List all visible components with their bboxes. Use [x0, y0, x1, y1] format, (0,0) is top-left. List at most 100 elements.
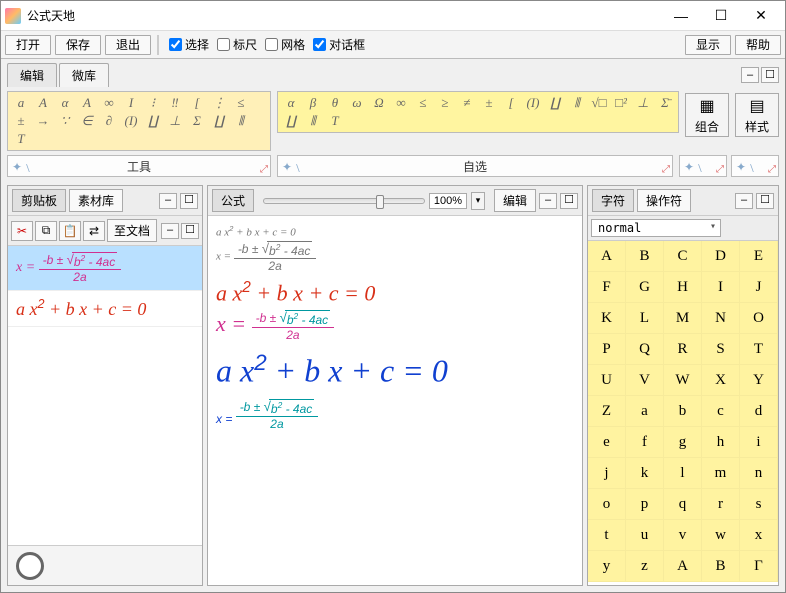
toolbar-minimize[interactable]: –	[161, 223, 179, 239]
tab-chars[interactable]: 字符	[592, 189, 634, 212]
zoom-slider[interactable]	[263, 198, 425, 204]
symbol-cell[interactable]: α	[54, 94, 76, 112]
symbol-cell[interactable]: ⊥	[632, 94, 654, 112]
grid-checkbox[interactable]: 网格	[265, 36, 305, 53]
char-cell[interactable]: P	[588, 334, 626, 365]
char-cell[interactable]: F	[588, 272, 626, 303]
char-cell[interactable]: y	[588, 551, 626, 582]
symbol-cell[interactable]: (I)	[522, 94, 544, 112]
char-cell[interactable]: t	[588, 520, 626, 551]
char-cell[interactable]: l	[664, 458, 702, 489]
char-cell[interactable]: Β	[702, 551, 740, 582]
char-cell[interactable]: X	[702, 365, 740, 396]
copy-button[interactable]: ⧉	[35, 221, 57, 241]
symbol-cell[interactable]: ∐	[544, 94, 566, 112]
symbol-cell[interactable]: ∞	[390, 94, 412, 112]
char-cell[interactable]: L	[626, 303, 664, 334]
char-cell[interactable]: e	[588, 427, 626, 458]
tab-ops[interactable]: 操作符	[637, 189, 691, 212]
symbol-cell[interactable]: ≤	[230, 94, 252, 112]
char-cell[interactable]: x	[740, 520, 778, 551]
symbol-cell[interactable]: →	[32, 112, 54, 130]
symbol-cell[interactable]: α	[280, 94, 302, 112]
symbol-cell[interactable]: ±	[478, 94, 500, 112]
char-cell[interactable]: Γ	[740, 551, 778, 582]
symbol-cell[interactable]: ∐	[142, 112, 164, 130]
symbol-cell[interactable]: √□	[588, 94, 610, 112]
char-cell[interactable]: u	[626, 520, 664, 551]
char-cell[interactable]: b	[664, 396, 702, 427]
help-button[interactable]: 帮助	[735, 35, 781, 55]
symbol-cell[interactable]: ⦀	[566, 94, 588, 112]
char-cell[interactable]: S	[702, 334, 740, 365]
symbol-cell[interactable]: ∐	[280, 112, 302, 130]
symbol-cell[interactable]: [	[186, 94, 208, 112]
char-cell[interactable]: p	[626, 489, 664, 520]
symbol-cell[interactable]: ∂	[98, 112, 120, 130]
symbol-cell[interactable]: ‼	[164, 94, 186, 112]
char-cell[interactable]: o	[588, 489, 626, 520]
tab-assets[interactable]: 素材库	[69, 189, 123, 212]
symbol-cell[interactable]: ∵	[54, 112, 76, 130]
char-cell[interactable]: O	[740, 303, 778, 334]
char-cell[interactable]: i	[740, 427, 778, 458]
tab-formula[interactable]: 公式	[212, 189, 254, 212]
symbol-cell[interactable]: ≥	[434, 94, 456, 112]
ruler-checkbox[interactable]: 标尺	[217, 36, 257, 53]
char-cell[interactable]: A	[588, 241, 626, 272]
exit-button[interactable]: 退出	[105, 35, 151, 55]
select-checkbox[interactable]: 选择	[169, 36, 209, 53]
char-cell[interactable]: Z	[588, 396, 626, 427]
char-cell[interactable]: h	[702, 427, 740, 458]
wand-box-1[interactable]: ✦﹨⤢	[679, 155, 727, 177]
tools-label-box[interactable]: ✦﹨ 工具 ⤢	[7, 155, 271, 177]
to-doc-button[interactable]: 至文档	[107, 219, 157, 242]
display-button[interactable]: 显示	[685, 35, 731, 55]
symbol-cell[interactable]: Α	[76, 94, 98, 112]
save-button[interactable]: 保存	[55, 35, 101, 55]
char-cell[interactable]: W	[664, 365, 702, 396]
char-cell[interactable]: N	[702, 303, 740, 334]
symbol-cell[interactable]: ⊥	[164, 112, 186, 130]
symbol-cell[interactable]: ∐	[208, 112, 230, 130]
char-cell[interactable]: E	[740, 241, 778, 272]
symbol-cell[interactable]: Ω	[368, 94, 390, 112]
clip-item[interactable]: a x2 + b x + c = 0	[8, 291, 202, 327]
char-cell[interactable]: M	[664, 303, 702, 334]
tab-edit[interactable]: 编辑	[7, 63, 57, 87]
custom-label-box[interactable]: ✦﹨ 自选 ⤢	[277, 155, 673, 177]
close-button[interactable]: ✕	[741, 2, 781, 30]
char-cell[interactable]: R	[664, 334, 702, 365]
dialog-checkbox[interactable]: 对话框	[313, 36, 365, 53]
symbol-cell[interactable]: ∞	[98, 94, 120, 112]
char-cell[interactable]: Y	[740, 365, 778, 396]
symbol-cell[interactable]: □²	[610, 94, 632, 112]
clip-item[interactable]: x = -b ± √b2 - 4ac2a	[8, 246, 202, 291]
paste-button[interactable]: 📋	[59, 221, 81, 241]
char-cell[interactable]: U	[588, 365, 626, 396]
minimize-button[interactable]: —	[661, 2, 701, 30]
toolbar-restore[interactable]: ☐	[181, 223, 199, 239]
char-cell[interactable]: z	[626, 551, 664, 582]
char-cell[interactable]: d	[740, 396, 778, 427]
char-cell[interactable]: k	[626, 458, 664, 489]
char-cell[interactable]: r	[702, 489, 740, 520]
edit-button[interactable]: 编辑	[494, 189, 536, 212]
symbol-cell[interactable]: Σ	[186, 112, 208, 130]
char-cell[interactable]: V	[626, 365, 664, 396]
symbol-cell[interactable]: β	[302, 94, 324, 112]
charset-dropdown[interactable]: normal	[591, 219, 721, 237]
char-cell[interactable]: s	[740, 489, 778, 520]
symbol-cell[interactable]: ±	[10, 112, 32, 130]
char-cell[interactable]: v	[664, 520, 702, 551]
symbol-cell[interactable]: ⁝	[142, 94, 164, 112]
symbol-cell[interactable]: ≤	[412, 94, 434, 112]
symbol-cell[interactable]: ≠	[456, 94, 478, 112]
tabgroup-minimize[interactable]: –	[741, 67, 759, 83]
char-cell[interactable]: J	[740, 272, 778, 303]
tab-clipboard[interactable]: 剪贴板	[12, 189, 66, 212]
char-cell[interactable]: D	[702, 241, 740, 272]
symbol-cell[interactable]: ⦀	[302, 112, 324, 130]
char-cell[interactable]: Α	[664, 551, 702, 582]
char-cell[interactable]: a	[626, 396, 664, 427]
